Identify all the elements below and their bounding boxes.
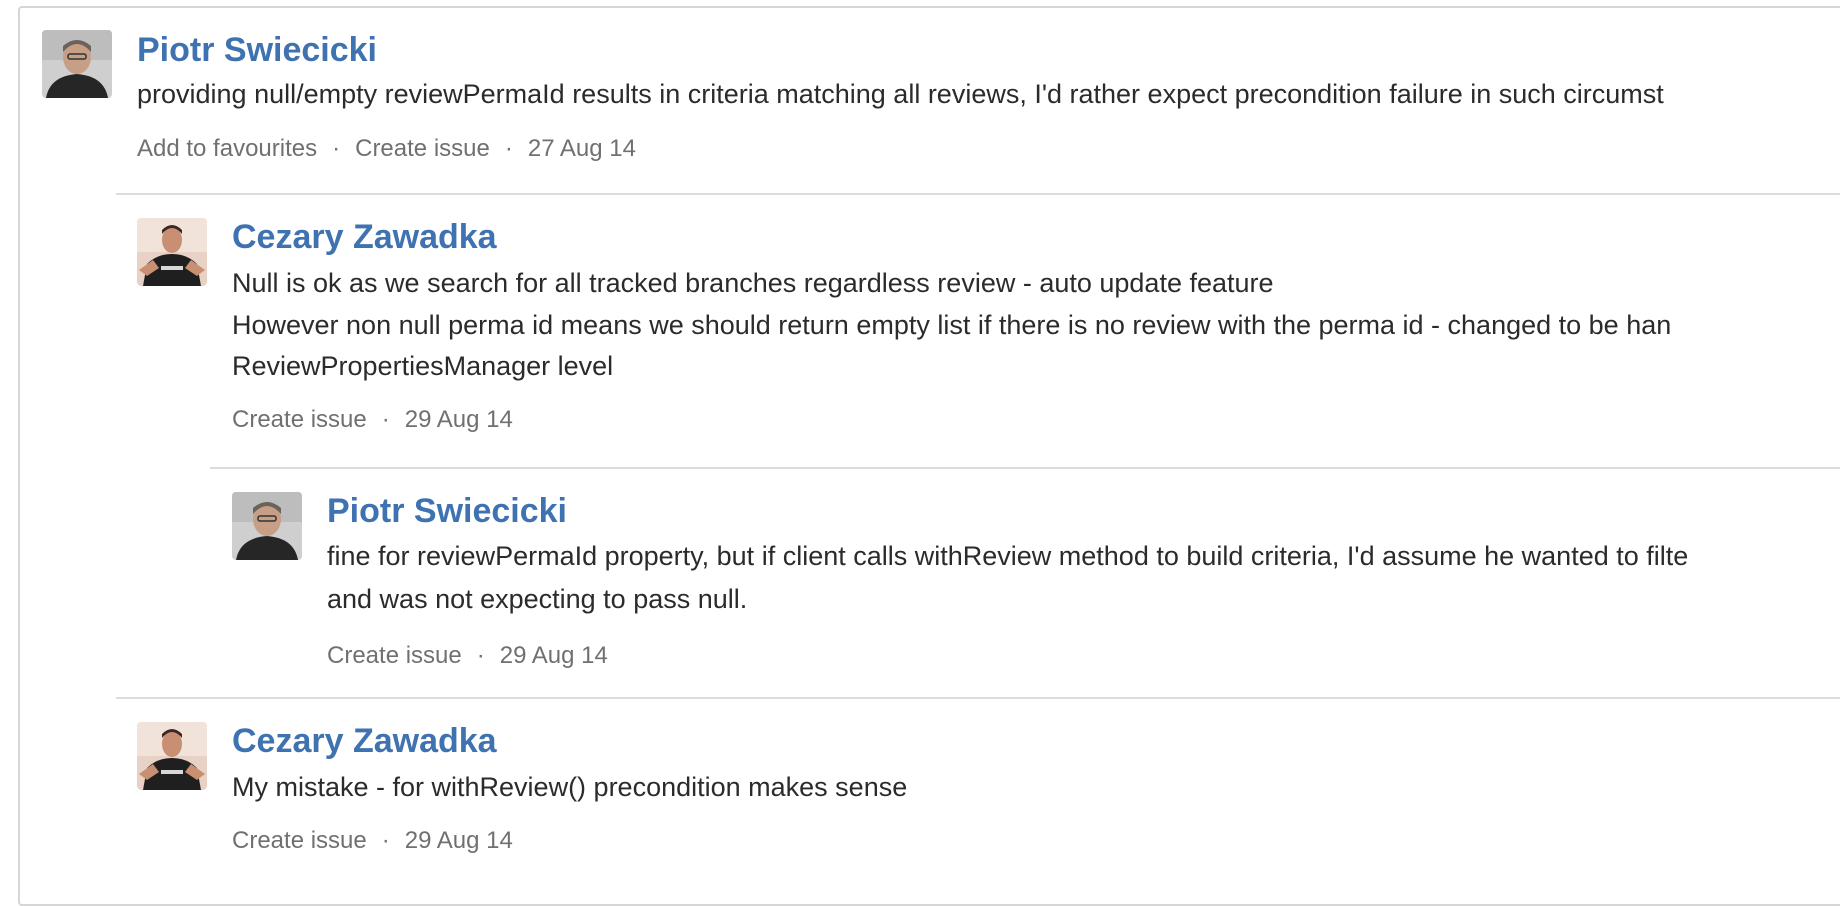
- create-issue-link[interactable]: Create issue: [232, 826, 367, 856]
- comment-text: and was not expecting to pass null.: [327, 584, 748, 614]
- avatar[interactable]: [232, 492, 302, 560]
- separator-dot: ·: [504, 135, 513, 162]
- comment: Cezary Zawadka My mistake - for withRevi…: [116, 697, 1840, 880]
- comment-actions: Create issue · 29 Aug 14: [327, 641, 608, 671]
- comment-actions: Create issue · 29 Aug 14: [232, 405, 513, 435]
- avatar-photo-icon: [137, 218, 207, 286]
- create-issue-link[interactable]: Create issue: [355, 134, 490, 164]
- comment-reply: Cezary Zawadka Null is ok as we search f…: [116, 193, 1840, 467]
- avatar-photo-icon: [42, 30, 112, 98]
- create-issue-link[interactable]: Create issue: [232, 405, 367, 435]
- avatar[interactable]: [42, 30, 112, 98]
- comment-date: 29 Aug 14: [404, 827, 513, 854]
- comment-text: fine for reviewPermaId property, but if …: [327, 541, 1689, 571]
- comment-author[interactable]: Cezary Zawadka: [232, 217, 497, 257]
- comment-text: My mistake - for withReview() preconditi…: [232, 772, 908, 802]
- avatar[interactable]: [137, 722, 207, 790]
- add-to-favourites-link[interactable]: Add to favourites: [137, 134, 317, 164]
- comment-actions: Add to favourites · Create issue · 27 Au…: [137, 134, 636, 164]
- separator-dot: ·: [332, 135, 341, 162]
- comment-actions: Create issue · 29 Aug 14: [232, 826, 513, 856]
- comment-reply: Piotr Swiecicki fine for reviewPermaId p…: [210, 467, 1840, 697]
- comment-text: Null is ok as we search for all tracked …: [232, 268, 1274, 298]
- comment: Piotr Swiecicki providing null/empty rev…: [0, 0, 1840, 190]
- comment-date: 29 Aug 14: [499, 642, 608, 669]
- comment-author[interactable]: Piotr Swiecicki: [327, 491, 567, 531]
- avatar[interactable]: [137, 218, 207, 286]
- create-issue-link[interactable]: Create issue: [327, 641, 462, 671]
- separator-dot: ·: [381, 406, 390, 433]
- comment-text: providing null/empty reviewPermaId resul…: [137, 79, 1664, 109]
- comment-text: However non null perma id means we shoul…: [232, 310, 1672, 340]
- avatar-photo-icon: [137, 722, 207, 790]
- avatar-photo-icon: [232, 492, 302, 560]
- separator-dot: ·: [381, 827, 390, 854]
- comment-date: 29 Aug 14: [404, 406, 513, 433]
- separator-dot: ·: [476, 642, 485, 669]
- comment-text: ReviewPropertiesManager level: [232, 351, 614, 381]
- comment-date: 27 Aug 14: [527, 135, 636, 162]
- comment-author[interactable]: Cezary Zawadka: [232, 721, 497, 761]
- comment-author[interactable]: Piotr Swiecicki: [137, 30, 377, 70]
